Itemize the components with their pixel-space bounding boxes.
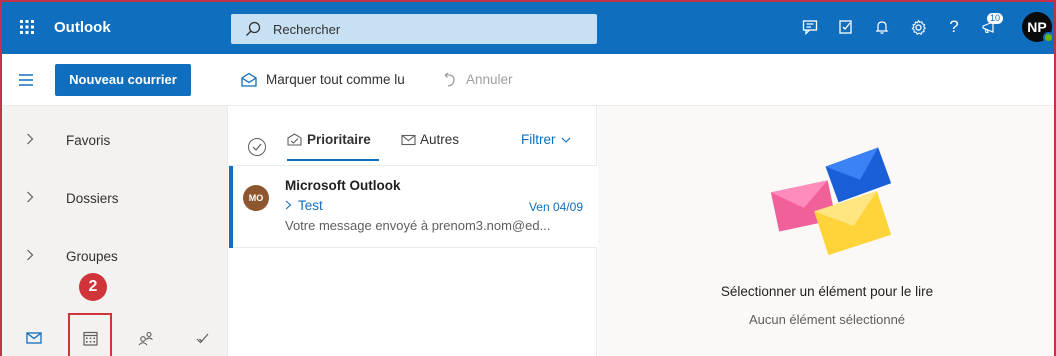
mark-all-read-button[interactable]: Marquer tout comme lu <box>240 72 405 88</box>
todo-icon <box>196 333 208 343</box>
people-module-button[interactable] <box>128 320 164 356</box>
search-box[interactable]: Rechercher <box>231 14 597 44</box>
selection-indicator <box>229 166 233 248</box>
mail-date: Ven 04/09 <box>528 200 583 214</box>
mail-sender: Microsoft Outlook <box>285 178 401 193</box>
notifications-button[interactable] <box>864 9 900 45</box>
search-placeholder: Rechercher <box>273 21 341 37</box>
nav-item-label: Dossiers <box>66 190 119 206</box>
chevron-right-icon <box>26 132 34 148</box>
tab-other[interactable]: Autres <box>401 132 459 147</box>
presence-icon <box>1043 32 1054 43</box>
top-bar: Outlook Rechercher ? 10 NP <box>0 0 1056 54</box>
sender-avatar: MO <box>243 185 269 211</box>
tab-focused[interactable]: Prioritaire <box>287 132 371 147</box>
envelope-open-icon <box>241 72 257 87</box>
reading-pane: Sélectionner un élément pour le lire Auc… <box>598 106 1056 356</box>
mail-icon <box>26 332 42 344</box>
envelope-icon <box>401 134 416 145</box>
mail-subject-text: Test <box>298 198 323 213</box>
my-day-button[interactable] <box>828 9 864 45</box>
help-icon: ? <box>949 17 959 36</box>
empty-state-subtitle: Aucun élément sélectionné <box>748 312 906 327</box>
nav-item-favoris[interactable]: Favoris <box>0 120 228 160</box>
step-number-badge: 2 <box>79 273 107 301</box>
calendar-highlight-box <box>68 313 112 356</box>
chevron-right-icon <box>26 190 34 206</box>
filter-label: Filtrer <box>521 132 556 147</box>
help-button[interactable]: ? <box>936 9 972 45</box>
nav-item-dossiers[interactable]: Dossiers <box>0 178 228 218</box>
mail-subject: Test <box>285 198 323 213</box>
teams-button[interactable] <box>792 9 828 45</box>
search-icon <box>246 21 261 36</box>
nav-item-label: Favoris <box>66 132 111 148</box>
nav-toggle-button[interactable] <box>0 54 52 106</box>
nav-item-groupes[interactable]: Groupes <box>0 236 228 276</box>
app-launcher-button[interactable] <box>0 0 54 54</box>
gear-icon <box>911 19 926 35</box>
select-all-checkbox[interactable] <box>248 138 266 156</box>
undo-icon <box>444 71 455 87</box>
message-list: Prioritaire Autres Filtrer MO Microsoft … <box>229 106 597 356</box>
settings-button[interactable] <box>900 9 936 45</box>
mail-list-item[interactable]: MO Microsoft Outlook Test Ven 04/09 Votr… <box>229 166 597 248</box>
filter-button[interactable]: Filtrer <box>521 132 571 147</box>
people-icon <box>138 331 153 345</box>
notification-count-badge: 10 <box>986 13 1003 24</box>
undo-button[interactable]: Annuler <box>442 71 513 88</box>
module-switcher <box>0 320 228 356</box>
waffle-icon <box>20 20 34 34</box>
envelopes-illustration <box>770 147 892 256</box>
active-tab-indicator <box>287 159 379 161</box>
bell-icon <box>875 21 889 34</box>
todo-module-button[interactable] <box>184 320 220 356</box>
chevron-right-icon <box>285 200 292 210</box>
top-actions: ? 10 NP <box>792 0 1056 54</box>
nav-item-label: Groupes <box>66 248 118 264</box>
mail-module-button[interactable] <box>16 320 52 356</box>
hamburger-icon <box>19 73 33 86</box>
checklist-icon <box>839 20 852 34</box>
app-title[interactable]: Outlook <box>54 19 230 36</box>
mark-all-read-label: Marquer tout comme lu <box>266 72 405 87</box>
chevron-down-icon <box>561 137 570 143</box>
tab-focused-label: Prioritaire <box>307 132 371 147</box>
focused-inbox-icon <box>287 133 302 146</box>
empty-state-title: Sélectionner un élément pour le lire <box>720 284 934 299</box>
command-bar: Nouveau courrier Marquer tout comme lu A… <box>0 54 1056 106</box>
undo-label: Annuler <box>466 72 513 87</box>
inbox-pivot: Prioritaire Autres Filtrer <box>229 126 597 166</box>
chat-icon <box>802 20 818 35</box>
tab-other-label: Autres <box>420 132 460 147</box>
chevron-right-icon <box>26 248 34 264</box>
checkmark-icon <box>252 143 262 151</box>
whats-new-button[interactable]: 10 <box>972 9 1008 45</box>
left-navigation: Favoris Dossiers Groupes <box>0 106 228 356</box>
account-avatar[interactable]: NP <box>1022 12 1054 43</box>
mail-preview: Votre message envoyé à prenom3.nom@ed... <box>285 218 551 233</box>
new-mail-button[interactable]: Nouveau courrier <box>55 63 191 96</box>
